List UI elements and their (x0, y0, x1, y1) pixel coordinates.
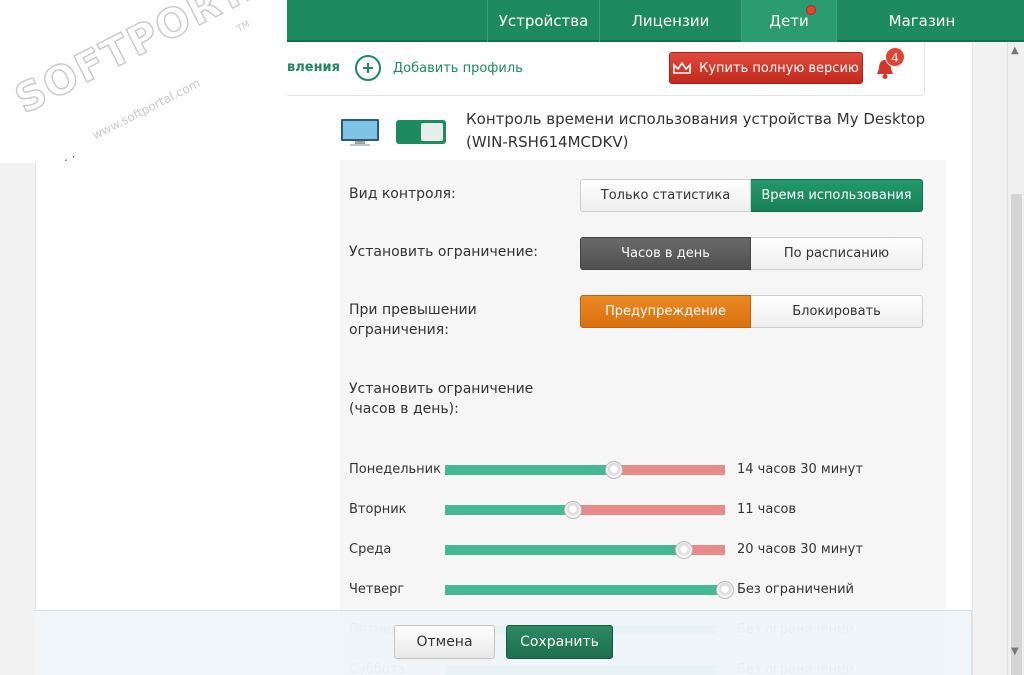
slider-handle[interactable] (564, 501, 582, 519)
watermark-subtitle: www.softportal.com (90, 75, 203, 143)
tab-licenses[interactable]: Лицензии (599, 0, 741, 42)
scroll-thumb[interactable] (1011, 194, 1022, 675)
control-type-selector: Только статистика Время использования (580, 179, 923, 212)
notification-count-badge: 4 (885, 47, 905, 67)
day-limit-slider[interactable] (445, 541, 725, 559)
day-label: Четверг (349, 582, 405, 597)
day-limit-slider[interactable] (445, 501, 725, 519)
option-usage-time[interactable]: Время использования (751, 179, 923, 212)
day-label: Среда (349, 542, 392, 557)
tab-store-label: Магазин (888, 12, 956, 30)
day-limit-value: 11 часов (737, 502, 797, 517)
slider-allowed-fill (445, 585, 725, 595)
day-limit-slider[interactable] (445, 461, 725, 479)
tab-kids-label: Дети (769, 12, 809, 30)
option-by-schedule[interactable]: По расписанию (751, 237, 923, 270)
slider-blocked-fill (614, 465, 725, 475)
save-button[interactable]: Сохранить (506, 625, 613, 659)
crown-icon (673, 62, 691, 74)
device-title: Контроль времени использования устройств… (466, 110, 926, 151)
bottom-action-bar (34, 610, 972, 675)
add-profile-button[interactable]: Добавить профиль (355, 55, 523, 81)
buy-full-version-button[interactable]: Купить полную версию (669, 52, 863, 84)
management-link[interactable]: вления (287, 60, 340, 75)
day-label: Вторник (349, 502, 407, 517)
limit-type-selector: Часов в день По расписанию (580, 237, 923, 270)
slider-handle[interactable] (716, 581, 734, 599)
toggle-knob (421, 123, 443, 141)
limit-type-label: Установить ограничение: (349, 244, 538, 260)
buy-full-version-label: Купить полную версию (699, 60, 859, 76)
tab-licenses-label: Лицензии (631, 12, 710, 30)
option-warning[interactable]: Предупреждение (580, 295, 751, 328)
plus-circle-icon (355, 55, 381, 81)
monitor-icon (341, 119, 379, 146)
watermark-logo: SOFTPORTAL www.softportal.com TM (0, 0, 306, 163)
vertical-scrollbar[interactable]: ▲ ▼ (1007, 42, 1024, 675)
option-block[interactable]: Блокировать (751, 295, 923, 328)
notifications-button[interactable]: 4 (874, 47, 905, 82)
day-limit-value: Без ограничений (737, 582, 854, 597)
sidebar-fragment: . · (64, 150, 76, 164)
day-limit-slider[interactable] (445, 581, 734, 599)
hours-limit-label: Установить ограничение (часов в день): (349, 381, 534, 417)
scroll-up-arrow-icon[interactable]: ▲ (1011, 45, 1019, 56)
tab-store[interactable]: Магазин (836, 0, 1007, 42)
day-label: Понедельник (349, 462, 441, 477)
notification-dot-icon (806, 5, 816, 15)
tab-kids[interactable]: Дети (741, 0, 836, 42)
watermark-tm: TM (235, 19, 252, 35)
scroll-down-arrow-icon[interactable]: ▼ (1011, 646, 1019, 657)
on-exceed-label: При превышении ограничения: (349, 302, 477, 338)
control-type-label: Вид контроля: (349, 186, 456, 202)
add-profile-label: Добавить профиль (393, 60, 523, 76)
tab-devices[interactable]: Устройства (487, 0, 599, 42)
device-control-toggle[interactable] (396, 120, 446, 144)
day-limit-value: 14 часов 30 минут (737, 462, 863, 477)
option-statistics-only[interactable]: Только статистика (580, 179, 751, 212)
slider-handle[interactable] (675, 541, 693, 559)
slider-blocked-fill (573, 505, 725, 515)
day-limit-value: 20 часов 30 минут (737, 542, 863, 557)
slider-allowed-fill (445, 505, 573, 515)
option-hours-per-day[interactable]: Часов в день (580, 237, 751, 270)
slider-allowed-fill (445, 545, 684, 555)
on-exceed-selector: Предупреждение Блокировать (580, 295, 923, 328)
slider-allowed-fill (445, 465, 614, 475)
tab-devices-label: Устройства (498, 12, 589, 30)
slider-handle[interactable] (605, 461, 623, 479)
cancel-button[interactable]: Отмена (394, 625, 495, 659)
